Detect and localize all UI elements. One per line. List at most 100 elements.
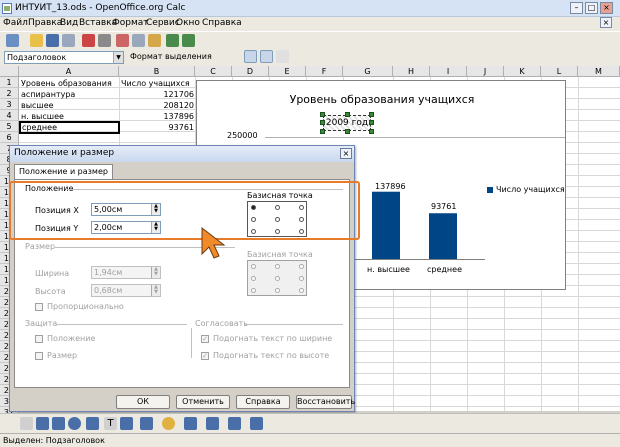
cancel-button[interactable]: Отменить [176,395,230,409]
row-header[interactable]: 3 [0,99,19,110]
mouse-cursor-icon [201,226,226,259]
help-button[interactable]: Справка [236,395,290,409]
cut-icon[interactable] [116,34,129,47]
column-header-e[interactable]: E [269,66,306,77]
minimize-icon[interactable]: – [570,2,583,14]
menu-view[interactable]: Вид [60,18,78,28]
base-point [299,288,304,293]
menu-file[interactable]: Файл [3,18,28,28]
column-header-k[interactable]: K [504,66,541,77]
callout-icon[interactable] [120,417,133,430]
flowchart-icon[interactable] [206,417,219,430]
row-header[interactable]: 6 [0,132,19,143]
legend-label: Число учащихся [496,185,565,194]
column-header-f[interactable]: F [306,66,343,77]
base-point [299,264,304,269]
cell-b2[interactable]: 121706 [121,89,194,100]
row-header[interactable]: 1 [0,77,19,88]
menu-edit[interactable]: Правка [28,18,62,28]
column-header-m[interactable]: M [578,66,620,77]
reset-button[interactable]: Восстановить [296,395,355,409]
menu-help[interactable]: Справка [202,18,242,28]
cell-b1[interactable]: Число учащихся [121,78,195,89]
bar-data-label: 93761 [431,202,457,211]
redo-icon[interactable] [182,34,195,47]
column-header-g[interactable]: G [343,66,393,77]
menu-format[interactable]: Формат [112,18,149,28]
column-header-h[interactable]: H [393,66,430,77]
cell-b3[interactable]: 208120 [121,100,194,111]
basic-shapes-icon[interactable] [140,417,153,430]
status-text: Выделен: Подзаголовок [3,436,105,445]
dialog-close-icon[interactable]: × [340,148,352,159]
base-point [251,264,256,269]
menu-window[interactable]: Окно [176,18,200,28]
protect-size-checkbox [35,352,43,360]
cell-a1[interactable]: Уровень образования [21,78,117,89]
pdf-icon[interactable] [82,34,95,47]
divider [245,324,343,325]
bar-среднее[interactable] [429,213,457,259]
ellipse-icon[interactable] [68,417,81,430]
new-icon[interactable] [6,34,19,47]
stars-icon[interactable] [250,417,263,430]
callouts-icon[interactable] [228,417,241,430]
data-table-icon[interactable] [276,50,289,63]
fit-height-label: Подогнать текст по высоте [213,351,330,360]
chevron-down-icon[interactable]: ▼ [113,52,123,63]
print-icon[interactable] [98,34,111,47]
base-point [251,276,256,281]
open-icon[interactable] [30,34,43,47]
cell-a2[interactable]: аспирантура [21,89,117,100]
close-document-icon[interactable]: × [600,17,612,28]
object-style-select[interactable]: Подзаголовок ▼ [4,51,124,64]
maximize-icon[interactable]: □ [585,2,598,14]
block-arrows-icon[interactable] [184,417,197,430]
cell-a5-selected[interactable]: среднее [19,121,120,134]
column-gridline [578,77,579,411]
width-label: Ширина [35,269,70,278]
chart-type-icon[interactable] [260,50,273,63]
status-bar: Выделен: Подзаголовок [0,433,620,447]
undo-icon[interactable] [166,34,179,47]
polygon-icon[interactable] [86,417,99,430]
cell-b5[interactable]: 93761 [121,122,194,133]
bar-н. высшее[interactable] [372,191,400,259]
spin-arrows-icon: ▲ ▼ [151,267,160,278]
line-icon[interactable] [36,417,49,430]
menu-tools[interactable]: Сервис [146,18,180,28]
save-icon[interactable] [46,34,59,47]
column-header-i[interactable]: I [430,66,467,77]
ok-button[interactable]: ОК [116,395,170,409]
select-arrow-icon[interactable] [20,417,33,430]
height-input: 0,68см ▲ ▼ [91,284,161,297]
dialog-title: Положение и размер [10,146,354,162]
cell-b4[interactable]: 137896 [121,111,194,122]
base-point [299,276,304,281]
column-header-d[interactable]: D [232,66,269,77]
close-icon[interactable]: × [600,2,613,14]
row-header[interactable]: 4 [0,110,19,121]
drawing-toolbar: T [0,413,620,433]
spin-arrows-icon: ▲ ▼ [151,285,160,296]
protect-size-label: Размер [47,351,78,360]
rectangle-icon[interactable] [52,417,65,430]
symbol-shapes-icon[interactable] [162,417,175,430]
x-tick-label: н. высшее [367,265,410,274]
column-header-l[interactable]: L [541,66,578,77]
format-selection-button[interactable]: Формат выделения [130,52,212,61]
edit-chart-icon[interactable] [244,50,257,63]
copy-icon[interactable] [132,34,145,47]
column-header-c[interactable]: C [195,66,232,77]
column-header-j[interactable]: J [467,66,504,77]
tab-position-size[interactable]: Положение и размер [14,164,113,179]
row-header[interactable]: 2 [0,88,19,99]
column-header-a[interactable]: A [19,66,119,77]
cell-a3[interactable]: высшее [21,100,117,111]
mail-icon[interactable] [62,34,75,47]
corner-select-all[interactable] [0,66,19,77]
column-header-b[interactable]: B [119,66,195,77]
text-icon[interactable]: T [104,417,117,430]
paste-icon[interactable] [148,34,161,47]
row-header[interactable]: 5 [0,121,19,132]
